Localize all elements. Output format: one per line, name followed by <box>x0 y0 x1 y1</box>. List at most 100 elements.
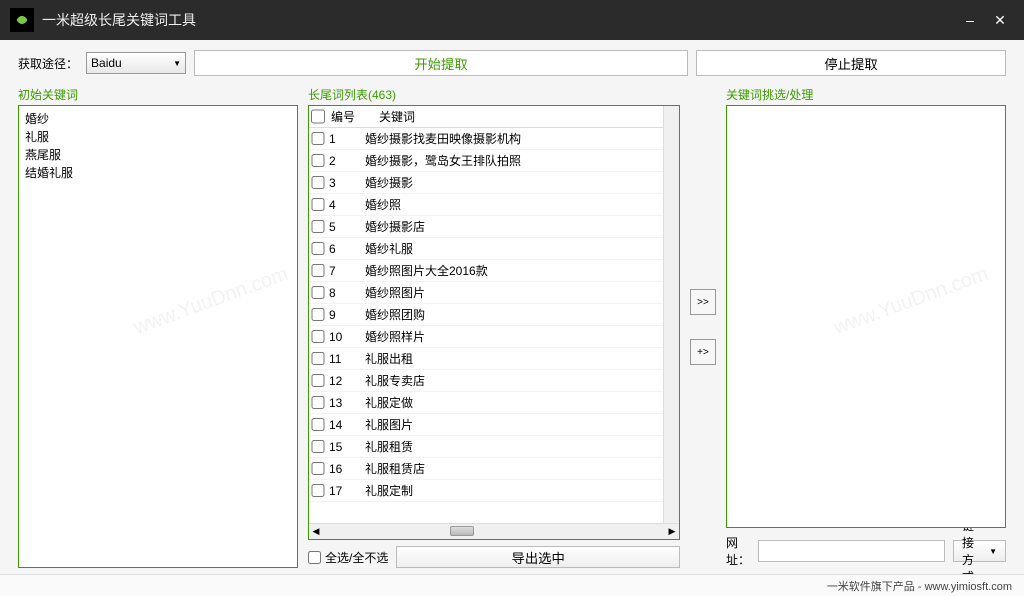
cell-keyword: 礼服定做 <box>357 392 679 413</box>
table-header: 编号 关键词 <box>309 106 679 128</box>
cell-num: 13 <box>327 394 357 412</box>
select-all-checkbox[interactable]: 全选/全不选 <box>308 549 388 566</box>
row-checkbox[interactable] <box>311 264 325 277</box>
cell-num: 10 <box>327 328 357 346</box>
keyword-filter-title: 关键词挑选/处理 <box>726 86 1006 103</box>
url-label: 网址： <box>726 534 750 568</box>
cell-num: 3 <box>327 174 357 192</box>
initial-keywords-box[interactable]: 婚纱礼服燕尾服结婚礼服 <box>18 105 298 568</box>
row-checkbox[interactable] <box>311 418 325 431</box>
row-checkbox[interactable] <box>311 220 325 233</box>
cell-keyword: 礼服专卖店 <box>357 370 679 391</box>
table-row[interactable]: 12礼服专卖店 <box>309 370 679 392</box>
table-row[interactable]: 11礼服出租 <box>309 348 679 370</box>
table-row[interactable]: 9婚纱照团购 <box>309 304 679 326</box>
cell-num: 15 <box>327 438 357 456</box>
close-button[interactable]: ✕ <box>986 10 1014 30</box>
cell-keyword: 婚纱照图片大全2016款 <box>357 260 679 281</box>
titlebar: 一米超级长尾关键词工具 – ✕ <box>0 0 1024 40</box>
export-selected-button[interactable]: 导出选中 <box>396 546 680 568</box>
col-header-num[interactable]: 编号 <box>327 106 375 127</box>
move-one-button[interactable]: +> <box>690 339 716 365</box>
table-row[interactable]: 10婚纱照样片 <box>309 326 679 348</box>
table-row[interactable]: 17礼服定制 <box>309 480 679 502</box>
table-row[interactable]: 16礼服租赁店 <box>309 458 679 480</box>
row-checkbox[interactable] <box>311 330 325 343</box>
vertical-scrollbar[interactable] <box>663 106 679 523</box>
source-value: Baidu <box>91 56 122 70</box>
minimize-button[interactable]: – <box>956 10 984 30</box>
row-checkbox[interactable] <box>311 286 325 299</box>
cell-num: 16 <box>327 460 357 478</box>
table-row[interactable]: 6婚纱礼服 <box>309 238 679 260</box>
longtail-list-box: 编号 关键词 1婚纱摄影找麦田映像摄影机构2婚纱摄影，鹭岛女王排队拍照3婚纱摄影… <box>308 105 680 540</box>
cell-keyword: 婚纱照 <box>357 194 679 215</box>
link-mode-button[interactable]: 链接方式 ▼ <box>953 540 1006 562</box>
row-checkbox[interactable] <box>311 440 325 453</box>
cell-keyword: 婚纱照图片 <box>357 282 679 303</box>
app-logo-icon <box>10 8 34 32</box>
cell-keyword: 婚纱摄影 <box>357 172 679 193</box>
source-dropdown[interactable]: Baidu ▼ <box>86 52 186 74</box>
chevron-down-icon: ▼ <box>989 547 997 556</box>
cell-num: 14 <box>327 416 357 434</box>
list-item[interactable]: 结婚礼服 <box>25 164 291 182</box>
cell-keyword: 礼服定制 <box>357 480 679 501</box>
cell-keyword: 婚纱礼服 <box>357 238 679 259</box>
table-row[interactable]: 14礼服图片 <box>309 414 679 436</box>
row-checkbox[interactable] <box>311 308 325 321</box>
cell-num: 6 <box>327 240 357 258</box>
source-label: 获取途径： <box>18 55 78 72</box>
row-checkbox[interactable] <box>311 198 325 211</box>
row-checkbox[interactable] <box>311 242 325 255</box>
horizontal-scrollbar[interactable]: ◀ ▶ <box>309 523 679 539</box>
keyword-filter-box[interactable] <box>726 105 1006 528</box>
cell-keyword: 婚纱照样片 <box>357 326 679 347</box>
scroll-left-icon[interactable]: ◀ <box>309 525 323 539</box>
move-all-button[interactable]: >> <box>690 289 716 315</box>
url-input[interactable] <box>758 540 945 562</box>
toolbar: 获取途径： Baidu ▼ 开始提取 停止提取 <box>0 40 1024 82</box>
cell-keyword: 婚纱摄影，鹭岛女王排队拍照 <box>357 150 679 171</box>
col-header-keyword[interactable]: 关键词 <box>375 106 679 127</box>
table-row[interactable]: 3婚纱摄影 <box>309 172 679 194</box>
row-checkbox[interactable] <box>311 462 325 475</box>
scroll-right-icon[interactable]: ▶ <box>665 525 679 539</box>
cell-keyword: 婚纱照团购 <box>357 304 679 325</box>
row-checkbox[interactable] <box>311 352 325 365</box>
list-item[interactable]: 婚纱 <box>25 110 291 128</box>
cell-num: 2 <box>327 152 357 170</box>
row-checkbox[interactable] <box>311 154 325 167</box>
transfer-buttons: >> +> <box>690 86 716 568</box>
header-checkbox[interactable] <box>311 106 325 127</box>
cell-keyword: 礼服租赁 <box>357 436 679 457</box>
longtail-list-title: 长尾词列表(463) <box>308 86 680 103</box>
cell-keyword: 礼服租赁店 <box>357 458 679 479</box>
table-row[interactable]: 7婚纱照图片大全2016款 <box>309 260 679 282</box>
cell-num: 8 <box>327 284 357 302</box>
status-text: 一米软件旗下产品 - www.yimiosft.com <box>827 578 1012 594</box>
row-checkbox[interactable] <box>311 176 325 189</box>
cell-num: 9 <box>327 306 357 324</box>
start-extract-button[interactable]: 开始提取 <box>194 50 688 76</box>
row-checkbox[interactable] <box>311 132 325 145</box>
table-row[interactable]: 13礼服定做 <box>309 392 679 414</box>
table-row[interactable]: 15礼服租赁 <box>309 436 679 458</box>
table-row[interactable]: 2婚纱摄影，鹭岛女王排队拍照 <box>309 150 679 172</box>
table-row[interactable]: 8婚纱照图片 <box>309 282 679 304</box>
table-row[interactable]: 4婚纱照 <box>309 194 679 216</box>
initial-keywords-title: 初始关键词 <box>18 86 298 103</box>
scroll-thumb[interactable] <box>450 526 474 536</box>
table-row[interactable]: 1婚纱摄影找麦田映像摄影机构 <box>309 128 679 150</box>
cell-num: 17 <box>327 482 357 500</box>
stop-extract-button[interactable]: 停止提取 <box>696 50 1006 76</box>
cell-keyword: 礼服图片 <box>357 414 679 435</box>
app-title: 一米超级长尾关键词工具 <box>42 10 196 30</box>
list-item[interactable]: 燕尾服 <box>25 146 291 164</box>
chevron-down-icon: ▼ <box>173 59 181 68</box>
row-checkbox[interactable] <box>311 484 325 497</box>
list-item[interactable]: 礼服 <box>25 128 291 146</box>
row-checkbox[interactable] <box>311 374 325 387</box>
table-row[interactable]: 5婚纱摄影店 <box>309 216 679 238</box>
row-checkbox[interactable] <box>311 396 325 409</box>
